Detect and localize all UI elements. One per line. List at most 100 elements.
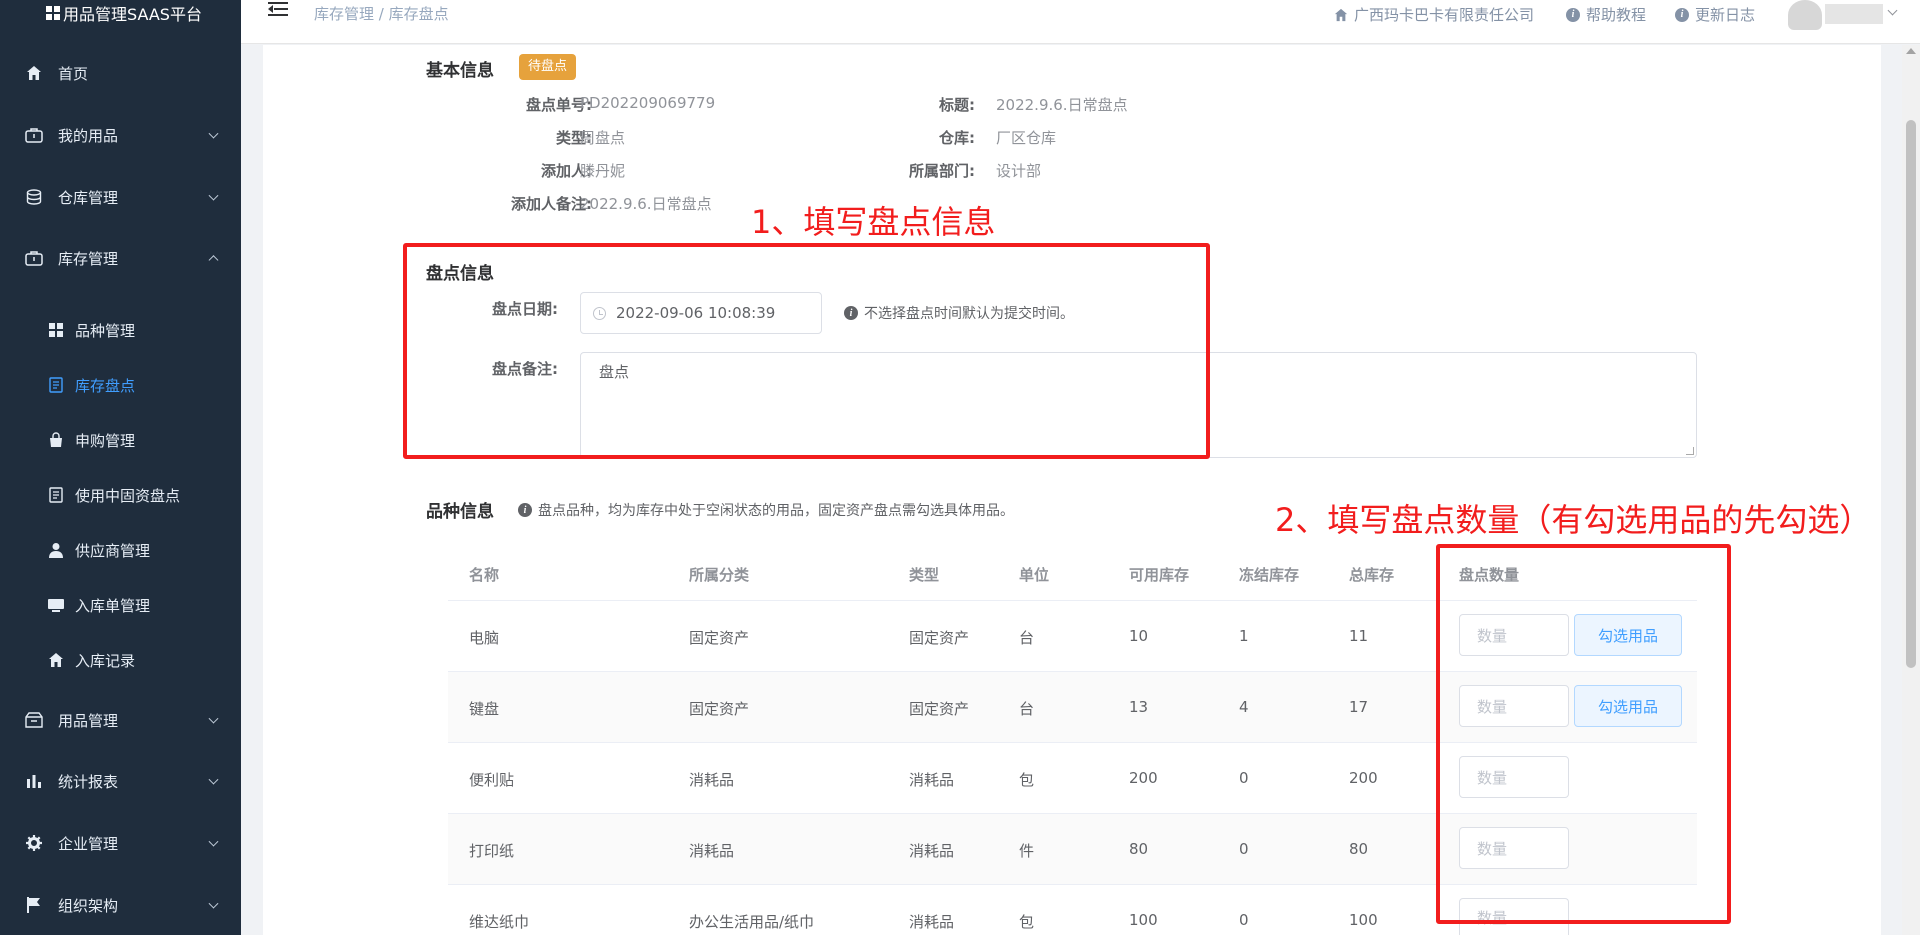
home-icon	[48, 652, 64, 668]
chevron-down-icon[interactable]	[1887, 5, 1898, 16]
cell-type: 消耗品	[909, 842, 955, 860]
breadcrumb: 库存管理 / 库存盘点	[314, 5, 449, 23]
grid-icon	[48, 322, 64, 338]
cell-unit: 台	[1019, 629, 1035, 647]
help-label: 帮助教程	[1586, 6, 1647, 24]
value-type: 周盘点	[580, 129, 626, 147]
section-title-variety: 品种信息	[426, 502, 494, 522]
chevron-down-icon	[208, 774, 219, 785]
cell-available: 80	[1129, 840, 1149, 858]
cell-type: 消耗品	[909, 771, 955, 789]
cell-name: 维达纸巾	[469, 913, 530, 931]
sidebar-item-label: 企业管理	[58, 834, 119, 853]
cell-category: 固定资产	[689, 700, 750, 718]
value-title: 2022.9.6.日常盘点	[996, 96, 1128, 114]
hamburger-icon[interactable]	[268, 2, 288, 18]
annotation-box-step1	[403, 243, 1210, 459]
cell-unit: 件	[1019, 842, 1035, 860]
sidebar-subitem-purchase[interactable]: 申购管理	[0, 415, 241, 465]
avatar[interactable]	[1788, 0, 1822, 30]
changelog-label: 更新日志	[1695, 6, 1756, 24]
value-warehouse: 厂区仓库	[996, 129, 1057, 147]
cell-frozen: 0	[1239, 911, 1249, 929]
company-link[interactable]: 广西玛卡巴卡有限责任公司	[1334, 4, 1534, 25]
chevron-down-icon	[208, 898, 219, 909]
info-icon: i	[1675, 7, 1689, 22]
app-logo: 用品管理SAAS平台	[46, 0, 202, 26]
sidebar-item-label: 品种管理	[75, 321, 136, 340]
sidebar-item-home[interactable]: 首页	[0, 45, 241, 101]
username-redacted[interactable]	[1825, 4, 1883, 24]
sidebar-item-company[interactable]: 企业管理	[0, 815, 241, 871]
column-header: 总库存	[1349, 566, 1395, 584]
box-icon	[24, 710, 44, 730]
label-creator: 添加人:	[541, 162, 592, 180]
sidebar-item-inventory[interactable]: 库存管理	[0, 230, 241, 286]
cell-frozen: 4	[1239, 698, 1249, 716]
cell-total: 200	[1349, 769, 1378, 787]
scrollbar-thumb[interactable]	[1906, 120, 1916, 668]
help-link[interactable]: i 帮助教程	[1566, 4, 1646, 25]
changelog-link[interactable]: i 更新日志	[1675, 4, 1755, 25]
chevron-up-icon	[208, 255, 219, 266]
app-title: 用品管理SAAS平台	[63, 5, 202, 24]
sidebar-item-label: 入库单管理	[75, 596, 151, 615]
bar-chart-icon	[24, 771, 44, 791]
home-icon	[24, 63, 44, 83]
annotation-step2: 2、填写盘点数量（有勾选用品的先勾选）	[1275, 501, 1872, 539]
column-header: 所属分类	[689, 566, 750, 584]
sidebar-item-label: 入库记录	[75, 651, 136, 670]
sidebar-subitem-fixed-asset-check[interactable]: 使用中固资盘点	[0, 470, 241, 520]
cell-category: 消耗品	[689, 771, 735, 789]
sidebar-item-org[interactable]: 组织架构	[0, 877, 241, 933]
logo-icon	[46, 6, 60, 20]
sidebar-item-label: 库存管理	[58, 249, 119, 268]
cell-total: 100	[1349, 911, 1378, 929]
info-icon: i	[1566, 7, 1580, 22]
sidebar-subitem-varieties[interactable]: 品种管理	[0, 305, 241, 355]
variety-hint-text: 盘点品种，均为库存中处于空闲状态的用品，固定资产盘点需勾选具体用品。	[538, 503, 1014, 519]
annotation-box-step2	[1436, 544, 1731, 924]
sidebar-item-label: 统计报表	[58, 772, 119, 791]
document-icon	[48, 377, 64, 393]
column-header: 单位	[1019, 566, 1050, 584]
sidebar-item-label: 供应商管理	[75, 541, 151, 560]
sidebar-item-label: 首页	[58, 64, 89, 83]
sidebar-item-warehouse[interactable]: 仓库管理	[0, 169, 241, 225]
scroll-up-arrow[interactable]	[1906, 48, 1916, 54]
label-remark: 添加人备注:	[511, 195, 592, 213]
label-title: 标题:	[939, 96, 975, 114]
sidebar-subitem-inbound-records[interactable]: 入库记录	[0, 635, 241, 685]
chevron-down-icon	[208, 128, 219, 139]
sidebar-item-label: 组织架构	[58, 896, 119, 915]
column-header: 可用库存	[1129, 566, 1190, 584]
sidebar-item-supplies[interactable]: 用品管理	[0, 692, 241, 748]
cell-frozen: 0	[1239, 840, 1249, 858]
sidebar-subitem-inbound-orders[interactable]: 入库单管理	[0, 580, 241, 630]
cell-category: 办公生活用品/纸巾	[689, 913, 815, 931]
cell-total: 11	[1349, 627, 1369, 645]
database-icon	[24, 187, 44, 207]
sidebar-item-reports[interactable]: 统计报表	[0, 753, 241, 809]
sidebar-item-label: 申购管理	[75, 431, 136, 450]
sidebar-item-label: 仓库管理	[58, 188, 119, 207]
resize-handle[interactable]	[1686, 447, 1694, 455]
top-header: 库存管理 / 库存盘点 广西玛卡巴卡有限责任公司 i 帮助教程 i 更新日志	[241, 0, 1920, 44]
column-header: 类型	[909, 566, 940, 584]
sidebar-subitem-stocktake[interactable]: 库存盘点	[0, 360, 241, 410]
cell-category: 固定资产	[689, 629, 750, 647]
sidebar-item-label: 用品管理	[58, 711, 119, 730]
home-icon	[1334, 8, 1348, 21]
cell-available: 100	[1129, 911, 1158, 929]
cell-total: 80	[1349, 840, 1369, 858]
cell-available: 10	[1129, 627, 1149, 645]
cell-available: 200	[1129, 769, 1158, 787]
label-warehouse: 仓库:	[939, 129, 975, 147]
sidebar-subitem-suppliers[interactable]: 供应商管理	[0, 525, 241, 575]
bag-icon	[24, 248, 44, 268]
cell-category: 消耗品	[689, 842, 735, 860]
gear-icon	[24, 833, 44, 853]
sidebar-item-my-supplies[interactable]: 我的用品	[0, 107, 241, 163]
status-badge: 待盘点	[519, 54, 577, 80]
cell-frozen: 0	[1239, 769, 1249, 787]
